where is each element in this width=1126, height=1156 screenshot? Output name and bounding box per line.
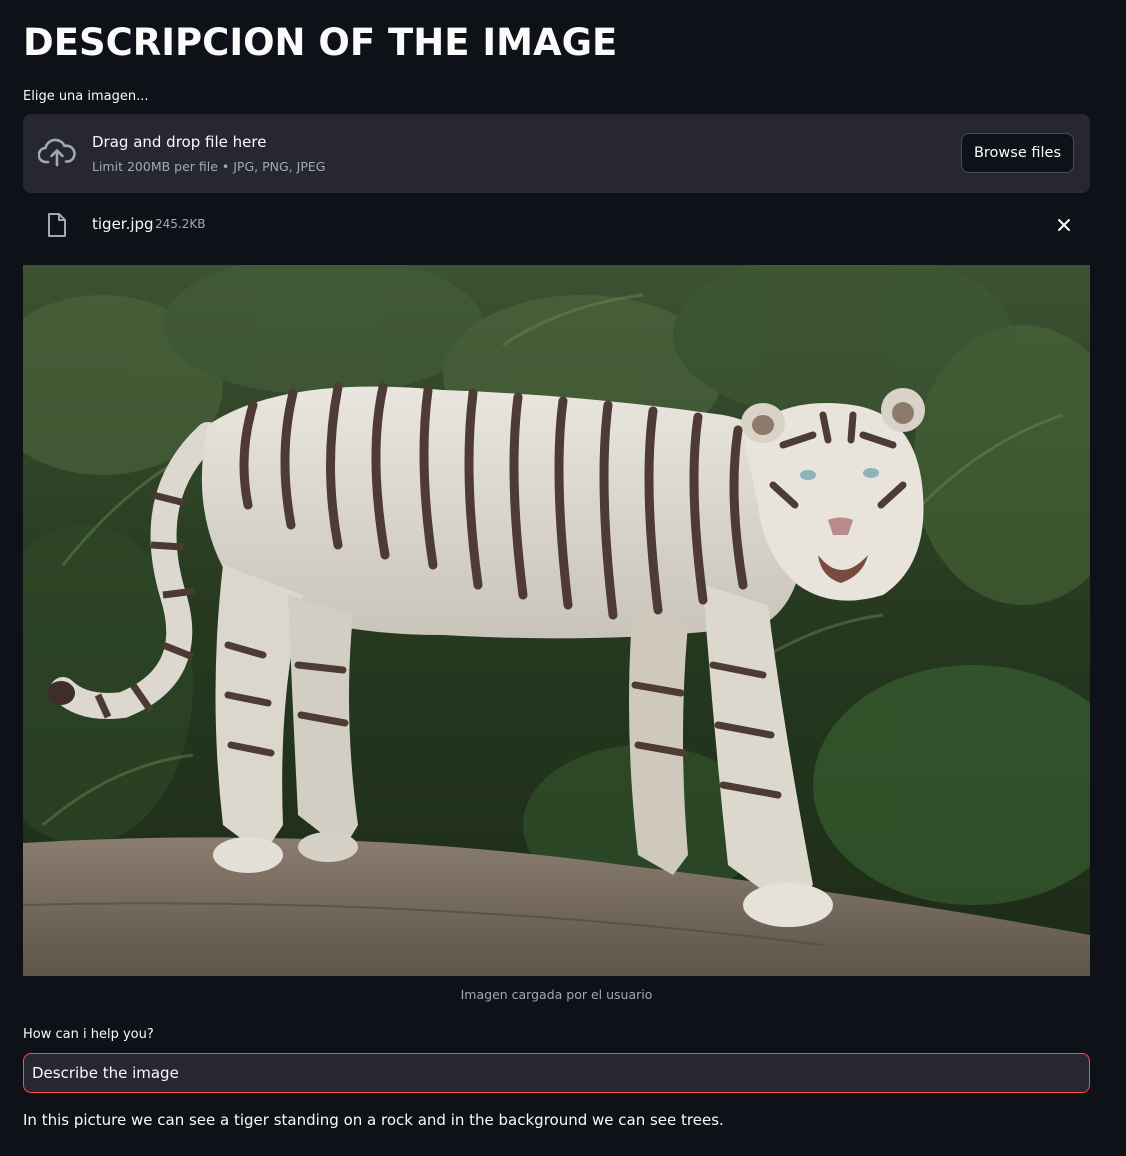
uploaded-image [23, 265, 1090, 976]
uploader-label: Elige una imagen... [23, 89, 149, 104]
dropzone-limits: Limit 200MB per file • JPG, PNG, JPEG [92, 159, 326, 174]
prompt-label: How can i help you? [23, 1027, 154, 1042]
uploaded-file-name: tiger.jpg [92, 215, 154, 233]
tiger-photo [23, 265, 1090, 976]
dropzone-title: Drag and drop file here [92, 133, 267, 151]
file-icon [48, 213, 66, 237]
file-dropzone[interactable]: Drag and drop file here Limit 200MB per … [23, 114, 1090, 193]
page-title: DESCRIPCION OF THE IMAGE [23, 21, 618, 64]
uploaded-file-size: 245.2KB [155, 217, 206, 231]
uploaded-file-row: tiger.jpg 245.2KB [23, 205, 1090, 245]
cloud-upload-icon [38, 138, 76, 167]
close-icon[interactable] [1056, 217, 1072, 233]
prompt-input[interactable] [23, 1053, 1090, 1093]
image-caption: Imagen cargada por el usuario [460, 987, 653, 1002]
response-text: In this picture we can see a tiger stand… [23, 1111, 724, 1129]
browse-files-button[interactable]: Browse files [960, 133, 1074, 173]
